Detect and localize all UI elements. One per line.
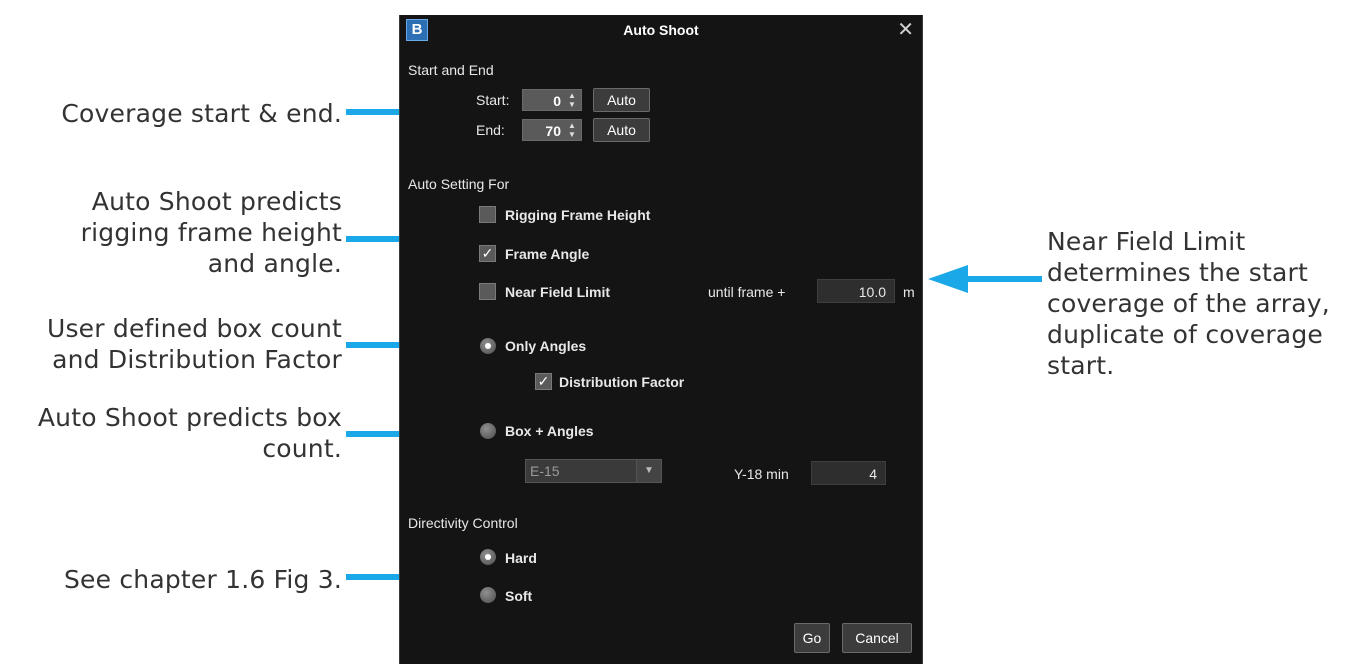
spin-arrows-icon[interactable]: ▲ ▼	[565, 91, 579, 109]
annotation-coverage: Coverage start & end.	[61, 99, 342, 128]
rigging-frame-height-checkbox[interactable]	[479, 206, 496, 223]
end-label: End:	[476, 122, 505, 138]
rigging-frame-height-label: Rigging Frame Height	[505, 207, 651, 223]
start-spinbox[interactable]: 0 ▲ ▼	[522, 89, 582, 111]
annotation-box-count: Auto Shoot predicts box count.	[0, 402, 342, 464]
spin-arrows-icon[interactable]: ▲ ▼	[565, 121, 579, 139]
annotation-rigging-line-1: Auto Shoot predicts	[91, 187, 342, 216]
auto-setting-heading: Auto Setting For	[408, 176, 510, 192]
dialog-title: Auto Shoot	[623, 22, 699, 38]
only-angles-label: Only Angles	[505, 338, 587, 354]
frame-angle-checkbox[interactable]: ✓	[479, 245, 496, 262]
y18-min-label: Y-18 min	[734, 466, 789, 482]
title-bar[interactable]: B Auto Shoot ✕	[400, 15, 922, 45]
checkmark-icon: ✓	[537, 373, 550, 389]
annotation-near-line-2: determines the start	[1047, 258, 1308, 287]
until-frame-unit: m	[903, 284, 915, 300]
start-value: 0	[553, 93, 561, 109]
soft-label: Soft	[505, 588, 533, 604]
directivity-heading: Directivity Control	[408, 515, 518, 531]
annotation-near-line-1: Near Field Limit	[1047, 227, 1246, 256]
end-value: 70	[545, 123, 561, 139]
hard-label: Hard	[505, 550, 537, 566]
soft-radio[interactable]	[480, 587, 496, 603]
arrow-near-field-icon	[928, 265, 1042, 293]
annotation-chapter: See chapter 1.6 Fig 3.	[63, 565, 342, 594]
end-spinbox[interactable]: 70 ▲ ▼	[522, 119, 582, 141]
hard-radio[interactable]	[480, 549, 496, 565]
until-frame-label: until frame +	[708, 284, 786, 300]
end-auto-button[interactable]: Auto	[593, 118, 650, 142]
frame-angle-label: Frame Angle	[505, 246, 590, 262]
annotation-user-defined: User defined box count and Distribution …	[0, 313, 342, 375]
box-type-select[interactable]: E-15 ▼	[525, 459, 662, 483]
start-end-heading: Start and End	[408, 62, 494, 78]
auto-shoot-dialog: B Auto Shoot ✕ Start and End Start: 0 ▲ ▼…	[399, 15, 923, 664]
go-button[interactable]: Go	[794, 623, 830, 653]
until-frame-field[interactable]: 10.0	[817, 279, 895, 303]
annotation-rigging-line-3: and angle.	[207, 249, 342, 278]
annotation-near-line-5: start.	[1047, 351, 1115, 380]
annotation-near-line-3: coverage of the array,	[1047, 289, 1330, 318]
close-icon[interactable]: ✕	[897, 17, 914, 42]
annotation-box-line-1: Auto Shoot predicts box	[37, 403, 342, 432]
annotation-near-line-4: duplicate of coverage	[1047, 320, 1323, 349]
annotation-rigging-line-2: rigging frame height	[80, 218, 342, 247]
only-angles-radio[interactable]	[480, 338, 496, 354]
box-angles-radio[interactable]	[480, 423, 496, 439]
annotation-rigging: Auto Shoot predicts rigging frame height…	[0, 186, 342, 279]
box-angles-label: Box + Angles	[505, 423, 594, 439]
distribution-factor-label: Distribution Factor	[559, 374, 685, 390]
annotation-user-line-2: and Distribution Factor	[52, 345, 342, 374]
near-field-limit-checkbox[interactable]	[479, 283, 496, 300]
y18-min-value: 4	[869, 466, 877, 482]
until-frame-value: 10.0	[858, 284, 886, 300]
box-type-value: E-15	[530, 463, 560, 479]
near-field-limit-label: Near Field Limit	[505, 284, 611, 300]
chevron-down-icon[interactable]: ▼	[636, 460, 661, 482]
cancel-button[interactable]: Cancel	[842, 623, 912, 653]
distribution-factor-checkbox[interactable]: ✓	[535, 373, 552, 390]
start-label: Start:	[476, 92, 510, 108]
start-auto-button[interactable]: Auto	[593, 88, 650, 112]
annotation-user-line-1: User defined box count	[46, 314, 342, 343]
y18-min-field[interactable]: 4	[811, 461, 886, 485]
annotation-box-line-2: count.	[262, 434, 342, 463]
checkmark-icon: ✓	[481, 245, 494, 261]
annotation-near-field: Near Field Limit determines the start co…	[1047, 226, 1360, 381]
